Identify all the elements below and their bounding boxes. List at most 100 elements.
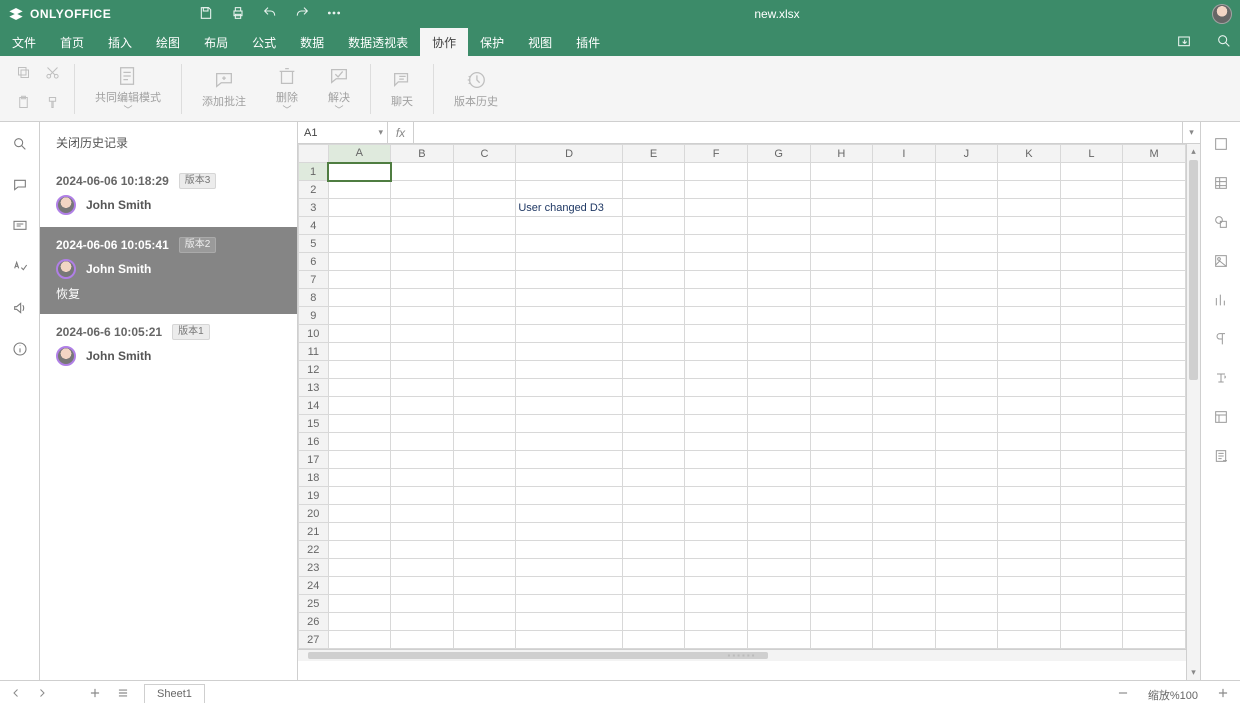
- cell[interactable]: [810, 199, 873, 217]
- cell[interactable]: [685, 577, 748, 595]
- cell[interactable]: [1060, 361, 1123, 379]
- cell[interactable]: [622, 325, 685, 343]
- horizontal-scrollbar[interactable]: ▪▪▪▪▪▪: [298, 649, 1186, 661]
- cell[interactable]: [685, 361, 748, 379]
- cell[interactable]: [516, 289, 622, 307]
- menu-view[interactable]: 视图: [516, 28, 564, 56]
- cell[interactable]: [391, 577, 454, 595]
- cell[interactable]: [873, 289, 936, 307]
- row-header[interactable]: 21: [299, 523, 329, 541]
- sheet-list-icon[interactable]: [116, 686, 130, 703]
- more-icon[interactable]: [326, 5, 342, 24]
- cell[interactable]: [1123, 271, 1186, 289]
- cell[interactable]: [747, 505, 810, 523]
- cell[interactable]: [685, 631, 748, 649]
- cell[interactable]: [1123, 325, 1186, 343]
- cell[interactable]: [1123, 469, 1186, 487]
- cell[interactable]: [935, 361, 998, 379]
- cell[interactable]: [935, 199, 998, 217]
- cell[interactable]: [453, 541, 516, 559]
- cell[interactable]: [391, 235, 454, 253]
- cell[interactable]: [453, 181, 516, 199]
- column-header[interactable]: J: [935, 145, 998, 163]
- cell[interactable]: [516, 253, 622, 271]
- cell[interactable]: [998, 613, 1061, 631]
- cell[interactable]: [622, 523, 685, 541]
- cell[interactable]: [935, 379, 998, 397]
- cell[interactable]: [810, 559, 873, 577]
- cell[interactable]: [685, 613, 748, 631]
- cell[interactable]: [453, 469, 516, 487]
- cell[interactable]: [1123, 541, 1186, 559]
- cell[interactable]: [1123, 523, 1186, 541]
- cell[interactable]: [391, 487, 454, 505]
- cell[interactable]: [873, 325, 936, 343]
- cell[interactable]: [328, 541, 391, 559]
- cell[interactable]: [391, 379, 454, 397]
- cell[interactable]: [622, 235, 685, 253]
- cell[interactable]: [516, 433, 622, 451]
- cell[interactable]: [516, 577, 622, 595]
- cell[interactable]: [516, 325, 622, 343]
- menu-file[interactable]: 文件: [0, 28, 48, 56]
- cell[interactable]: [391, 289, 454, 307]
- cell[interactable]: [810, 271, 873, 289]
- cell[interactable]: [685, 415, 748, 433]
- spreadsheet-grid[interactable]: ABCDEFGHIJKLM123User changed D3456789101…: [298, 144, 1186, 649]
- column-header[interactable]: H: [810, 145, 873, 163]
- cell[interactable]: [810, 451, 873, 469]
- cell[interactable]: [328, 271, 391, 289]
- cell[interactable]: [453, 397, 516, 415]
- cell[interactable]: [1123, 361, 1186, 379]
- cell[interactable]: [873, 181, 936, 199]
- cell[interactable]: [873, 253, 936, 271]
- column-header[interactable]: A: [328, 145, 391, 163]
- paste-icon[interactable]: [16, 95, 31, 113]
- cell[interactable]: [391, 433, 454, 451]
- cell[interactable]: [998, 523, 1061, 541]
- cell[interactable]: [810, 343, 873, 361]
- cell[interactable]: [453, 163, 516, 181]
- cell[interactable]: [810, 253, 873, 271]
- cell[interactable]: [1123, 487, 1186, 505]
- cell[interactable]: [998, 541, 1061, 559]
- cell[interactable]: [453, 415, 516, 433]
- cell[interactable]: [1123, 289, 1186, 307]
- cell[interactable]: User changed D3: [516, 199, 622, 217]
- cell[interactable]: [685, 487, 748, 505]
- cell[interactable]: [328, 325, 391, 343]
- cell[interactable]: [453, 595, 516, 613]
- chart-settings-icon[interactable]: [1213, 292, 1229, 311]
- cell[interactable]: [747, 379, 810, 397]
- cell[interactable]: [622, 163, 685, 181]
- cell[interactable]: [516, 451, 622, 469]
- cell[interactable]: [685, 397, 748, 415]
- cell[interactable]: [873, 361, 936, 379]
- column-header[interactable]: B: [391, 145, 454, 163]
- cell[interactable]: [516, 235, 622, 253]
- menu-collaboration[interactable]: 协作: [420, 28, 468, 56]
- cell[interactable]: [622, 577, 685, 595]
- cell[interactable]: [747, 415, 810, 433]
- cell[interactable]: [1060, 199, 1123, 217]
- cell[interactable]: [873, 559, 936, 577]
- cell[interactable]: [998, 469, 1061, 487]
- cell[interactable]: [1060, 235, 1123, 253]
- cell[interactable]: [622, 199, 685, 217]
- find-icon[interactable]: [12, 136, 28, 155]
- cell[interactable]: [622, 253, 685, 271]
- cell[interactable]: [1123, 163, 1186, 181]
- row-header[interactable]: 13: [299, 379, 329, 397]
- cell[interactable]: [622, 487, 685, 505]
- format-painter-icon[interactable]: [45, 95, 60, 113]
- table-settings-icon[interactable]: [1213, 175, 1229, 194]
- cell[interactable]: [328, 487, 391, 505]
- cell[interactable]: [328, 451, 391, 469]
- add-comment-button[interactable]: 添加批注: [190, 60, 258, 118]
- cell[interactable]: [391, 451, 454, 469]
- row-header[interactable]: 9: [299, 307, 329, 325]
- cell[interactable]: [747, 577, 810, 595]
- cell[interactable]: [516, 307, 622, 325]
- cell[interactable]: [516, 271, 622, 289]
- cell[interactable]: [391, 415, 454, 433]
